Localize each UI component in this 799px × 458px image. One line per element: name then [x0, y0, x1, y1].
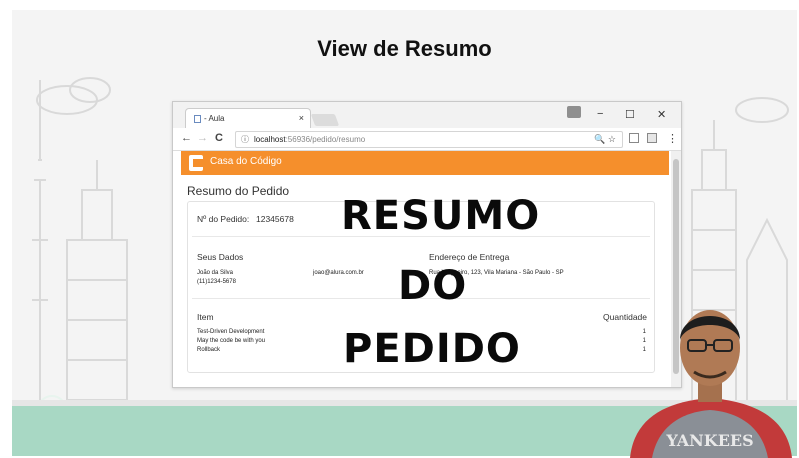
shirt-text: YANKEES: [665, 431, 753, 450]
slide-title: View de Resumo: [317, 36, 492, 61]
item-name: May the code be with you: [197, 338, 266, 344]
site-header: Casa do Código: [181, 151, 669, 175]
back-button[interactable]: ←: [181, 132, 192, 144]
overlay-text-line2: DO: [398, 263, 468, 309]
url-path: :56936/pedido/resumo: [285, 135, 366, 144]
order-number-label: Nº do Pedido:: [197, 214, 250, 224]
url-host: localhost: [254, 135, 286, 144]
delivery-heading: Endereço de Entrega: [429, 252, 510, 262]
new-tab-button[interactable]: [310, 114, 340, 126]
customer-email: joao@alura.com.br: [313, 270, 364, 276]
customer-name: João da Silva: [197, 270, 234, 276]
tab-close-icon[interactable]: ×: [299, 113, 304, 123]
site-logo-icon[interactable]: [189, 155, 203, 171]
page-title: Resumo do Pedido: [187, 184, 290, 198]
overlay-text-line1: RESUMO: [341, 193, 541, 239]
cast-icon[interactable]: [647, 133, 657, 143]
tab-bar: - Aula × − ☐ ✕: [173, 102, 681, 129]
search-star-icons[interactable]: 🔍 ☆: [594, 132, 616, 147]
browser-tab[interactable]: - Aula ×: [185, 108, 311, 129]
site-brand[interactable]: Casa do Código: [210, 156, 282, 167]
customer-phone: (11)1234-5678: [197, 279, 236, 285]
profile-icon[interactable]: [567, 106, 581, 118]
minimize-button[interactable]: −: [597, 108, 603, 120]
address-bar[interactable]: ⓘ localhost:56936/pedido/resumo 🔍 ☆: [235, 131, 623, 148]
extension-icon[interactable]: [629, 133, 639, 143]
item-name: Rollback: [197, 347, 221, 353]
customer-heading: Seus Dados: [197, 252, 244, 262]
close-window-button[interactable]: ✕: [657, 108, 666, 121]
menu-icon[interactable]: ⋮: [667, 132, 678, 145]
order-number: 12345678: [256, 214, 294, 224]
tab-label: - Aula: [204, 114, 225, 123]
info-icon[interactable]: ⓘ: [241, 132, 249, 147]
items-heading: Item: [197, 312, 214, 322]
reload-button[interactable]: C: [215, 132, 223, 144]
item-name: Test-Driven Development: [197, 329, 265, 335]
overlay-text-line3: PEDIDO: [343, 326, 521, 372]
tower-left-illustration: [32, 77, 128, 401]
forward-button[interactable]: →: [197, 132, 208, 144]
address-row: ← → C ⓘ localhost:56936/pedido/resumo 🔍 …: [173, 128, 681, 151]
presenter-figure: YANKEES: [630, 310, 792, 458]
maximize-button[interactable]: ☐: [625, 108, 635, 121]
favicon-icon: [194, 115, 201, 123]
